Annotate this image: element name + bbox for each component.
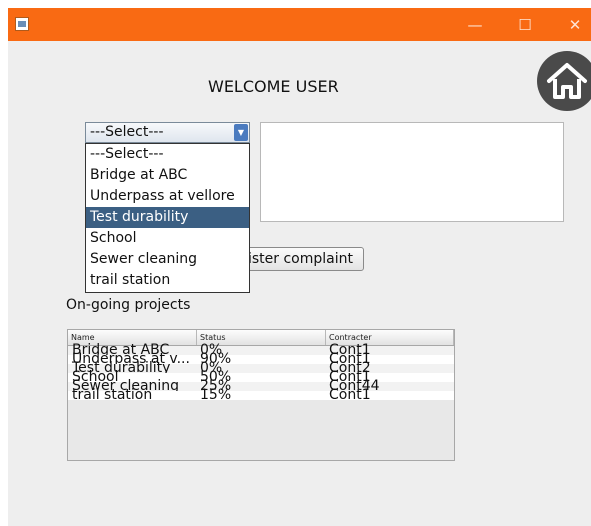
home-button[interactable] <box>537 51 591 111</box>
app-window: — ☐ ✕ WELCOME USER Register complaint On… <box>0 0 591 526</box>
home-icon <box>547 63 587 99</box>
ongoing-projects-label: On-going projects <box>66 297 191 313</box>
maximize-icon: ☐ <box>518 15 532 34</box>
cell-contracter: Cont1 <box>329 387 371 403</box>
projects-table[interactable]: Name Status Contracter Bridge at ABC 0% … <box>67 329 455 461</box>
dropdown-item[interactable]: ---Select--- <box>86 144 249 165</box>
register-complaint-label: Register complaint <box>241 251 353 267</box>
dropdown-item[interactable]: trail station <box>86 270 249 291</box>
register-complaint-button[interactable]: Register complaint <box>240 247 364 271</box>
maximize-button[interactable]: ☐ <box>505 8 545 41</box>
project-select-value: ---Select--- <box>90 124 164 140</box>
chevron-down-icon[interactable]: ▼ <box>234 124 248 141</box>
minimize-icon: — <box>467 15 483 34</box>
project-dropdown-list[interactable]: ---Select--- Bridge at ABC Underpass at … <box>85 143 250 293</box>
dropdown-item[interactable]: Underpass at vellore <box>86 186 249 207</box>
cell-status: 15% <box>200 387 232 403</box>
close-icon: ✕ <box>568 15 582 34</box>
dropdown-item[interactable]: Bridge at ABC <box>86 165 249 186</box>
dropdown-item[interactable]: Sewer cleaning <box>86 249 249 270</box>
table-body: Bridge at ABC 0% Cont1 Underpass at v...… <box>68 343 454 403</box>
java-app-icon <box>15 17 29 31</box>
main-panel: WELCOME USER Register complaint On-going… <box>8 41 591 526</box>
cell-name: trail station <box>72 387 153 403</box>
complaint-textarea[interactable] <box>260 122 564 222</box>
project-select[interactable]: ---Select--- ▼ <box>85 122 250 143</box>
table-row[interactable]: trail station 15% Cont1 <box>68 387 454 403</box>
table-row[interactable]: Test durability 0% Cont2 <box>68 361 454 375</box>
close-button[interactable]: ✕ <box>555 8 591 41</box>
minimize-button[interactable]: — <box>455 8 495 41</box>
dropdown-item[interactable]: School <box>86 228 249 249</box>
title-bar[interactable]: — ☐ ✕ <box>8 8 591 41</box>
dropdown-item-highlighted[interactable]: Test durability <box>86 207 249 228</box>
welcome-heading: WELCOME USER <box>208 77 339 96</box>
